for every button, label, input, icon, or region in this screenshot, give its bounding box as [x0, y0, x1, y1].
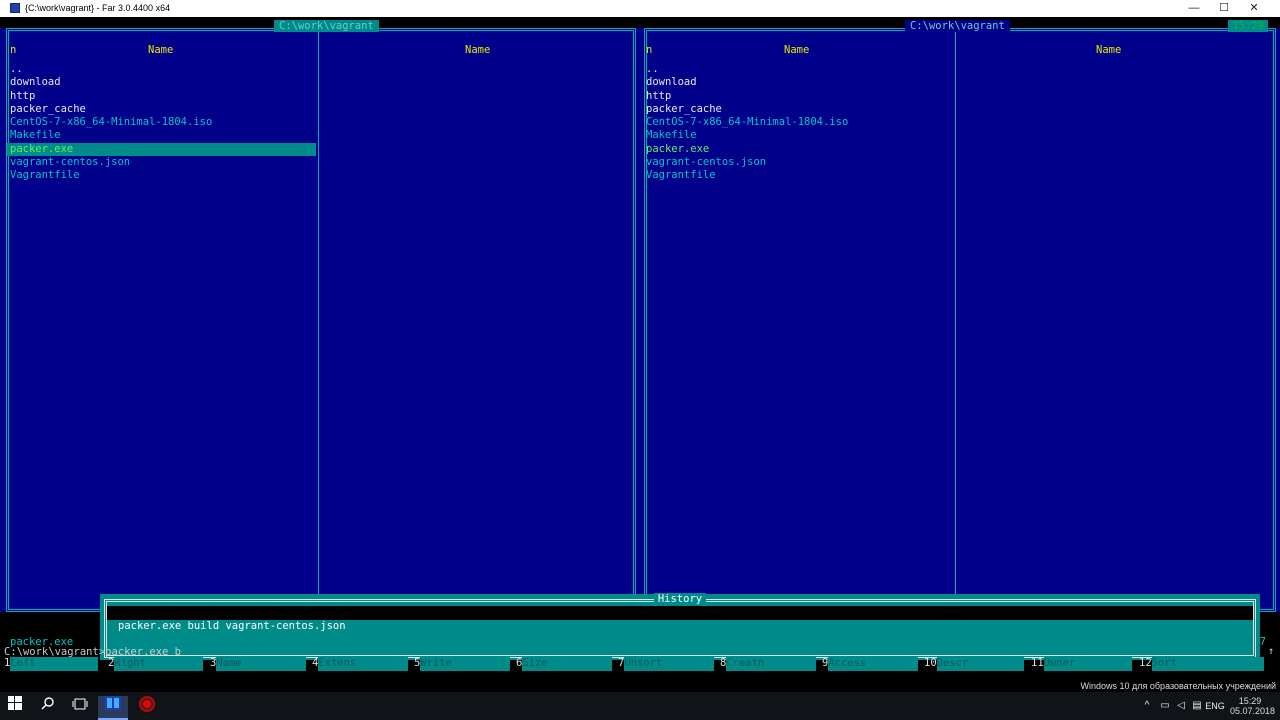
record-app-icon[interactable] [136, 696, 158, 716]
start-windows-icon[interactable] [4, 696, 26, 716]
fkey-label: Descr [936, 657, 1024, 671]
left-col2-name-header[interactable]: Name [465, 44, 490, 57]
fkey-label: Name [216, 657, 306, 671]
right-file-item[interactable]: packer_cache [643, 103, 952, 116]
taskbar-date: 05.07.2018 [1230, 706, 1276, 716]
left-file-item[interactable]: CentOS-7-x86_64-Minimal-1804.iso [7, 116, 316, 129]
clock: 15:29 [1228, 20, 1268, 32]
right-col2-name-header[interactable]: Name [1096, 44, 1121, 57]
left-col1-name-header[interactable]: Name [148, 44, 173, 57]
taskbar: ^ ▭ ◁ ▤ ENG 15:29 05.07.2018 [0, 692, 1280, 720]
left-panel-column-divider [318, 28, 319, 612]
right-panel-path[interactable]: C:\work\vagrant [905, 20, 1010, 32]
fkey-label: Left [10, 657, 98, 671]
fkey-10[interactable]: 10Descr [924, 657, 1024, 671]
left-panel-path[interactable]: C:\work\vagrant [274, 20, 379, 32]
left-file-item[interactable]: .. [7, 63, 316, 76]
right-file-item[interactable]: vagrant-centos.json [643, 156, 952, 169]
left-file-item[interactable]: Vagrantfile [7, 169, 316, 182]
far-manager-taskbar-icon[interactable] [98, 696, 128, 720]
maximize-button[interactable]: ☐ [1209, 1, 1239, 16]
fkey-5[interactable]: 5Write [414, 657, 510, 671]
right-panel[interactable]: C:\work\vagrant 15:29 n Name Name .. down… [638, 20, 1280, 648]
right-col1-name-header[interactable]: Name [784, 44, 809, 57]
window-titlebar: {C:\work\vagrant} - Far 3.0.4400 x64 — ☐… [0, 0, 1280, 17]
right-file-item[interactable]: CentOS-7-x86_64-Minimal-1804.iso [643, 116, 952, 129]
left-col-n-header[interactable]: n [10, 44, 16, 57]
close-button[interactable]: ✕ [1239, 1, 1269, 16]
fkey-label: Sort [1151, 657, 1264, 671]
windows-watermark: Windows 10 для образовательных учреждени… [1080, 681, 1277, 691]
right-file-list: .. download http packer_cache CentOS-7-x86_6… [643, 63, 952, 183]
far-console: C:\work\vagrant n Name Name .. download ht… [0, 17, 1280, 674]
left-file-item[interactable]: packer_cache [7, 103, 316, 116]
right-file-item[interactable]: packer.exe [643, 143, 952, 156]
left-file-list: .. download http packer_cache CentOS-7-x86_6… [7, 63, 316, 183]
left-file-item[interactable]: Makefile [7, 129, 316, 142]
fkey-label: Unsort [624, 657, 714, 671]
history-title: History [100, 593, 1260, 606]
right-file-item[interactable]: download [643, 76, 952, 89]
history-selection-bar[interactable] [107, 606, 1253, 620]
left-file-item[interactable]: download [7, 76, 316, 89]
history-item[interactable]: packer.exe build vagrant-centos.json [118, 620, 346, 633]
fkey-label: Owner [1043, 657, 1132, 671]
window-title: {C:\work\vagrant} - Far 3.0.4400 x64 [25, 3, 171, 13]
history-dialog[interactable]: History packer.exe build vagrant-centos.… [100, 593, 1260, 660]
fkey-4[interactable]: 4Extens [312, 657, 408, 671]
fkey-6[interactable]: 6Size [516, 657, 612, 671]
language-indicator[interactable]: ENG [1204, 696, 1226, 716]
fkey-8[interactable]: 8Creatn [720, 657, 816, 671]
fkey-number: 11 [1031, 657, 1044, 669]
fkey-number: 10 [924, 657, 937, 669]
left-file-item[interactable]: packer.exe [7, 142, 316, 157]
right-file-item[interactable]: Makefile [643, 129, 952, 142]
right-panel-column-divider [955, 28, 956, 612]
right-status-count: 7 [1259, 636, 1266, 648]
fkey-number: 12 [1139, 657, 1152, 669]
search-icon[interactable] [37, 696, 59, 716]
fkey-label: Write [420, 657, 510, 671]
fkey-11[interactable]: 11Owner [1031, 657, 1132, 671]
fkey-9[interactable]: 9Access [822, 657, 918, 671]
fkey-1[interactable]: 1Left [4, 657, 98, 671]
right-file-item[interactable]: .. [643, 63, 952, 76]
fkey-label: Extens [318, 657, 408, 671]
minimize-button[interactable]: — [1179, 1, 1209, 16]
fkey-label: Right [114, 657, 203, 671]
left-panel[interactable]: C:\work\vagrant n Name Name .. download ht… [0, 20, 640, 648]
fkey-label: Creatn [726, 657, 816, 671]
right-col-n-header[interactable]: n [646, 44, 652, 57]
far-app-icon [10, 3, 20, 13]
history-title-text: History [653, 593, 707, 605]
left-file-item[interactable]: vagrant-centos.json [7, 156, 316, 169]
taskbar-clock[interactable]: 15:29 05.07.2018 [1230, 696, 1276, 716]
taskbar-time: 15:29 [1238, 696, 1262, 706]
fkey-2[interactable]: 2Right [108, 657, 203, 671]
right-file-item[interactable]: http [643, 90, 952, 103]
left-file-item[interactable]: http [7, 90, 316, 103]
task-view-icon[interactable] [69, 696, 91, 716]
right-file-item[interactable]: Vagrantfile [643, 169, 952, 182]
fkey-7[interactable]: 7Unsort [618, 657, 714, 671]
fkey-12[interactable]: 12Sort [1139, 657, 1264, 671]
fkey-label: Access [828, 657, 918, 671]
function-key-bar: 1Left 2Right 3Name 4Extens 5Write 6Size 7Unsor… [0, 657, 1280, 671]
fkey-label: Size [522, 657, 612, 671]
fkey-3[interactable]: 3Name [210, 657, 306, 671]
